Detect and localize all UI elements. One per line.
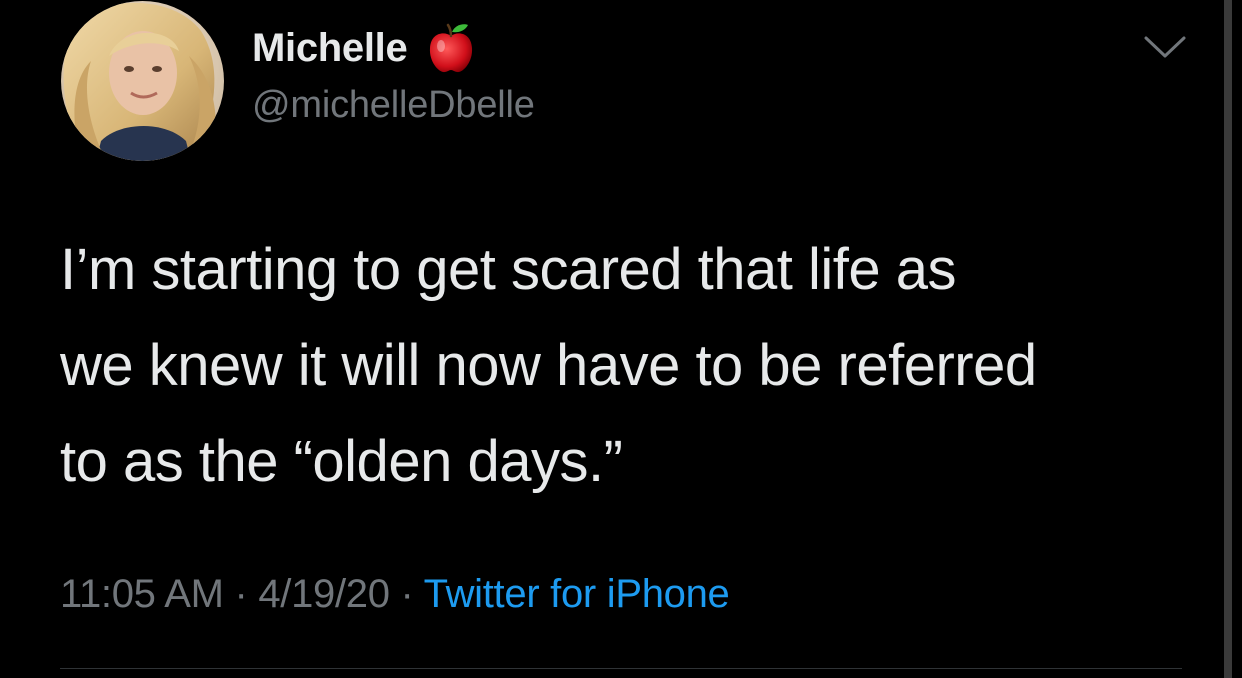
meta-separator: · [234, 572, 248, 616]
author-handle[interactable]: @michelleDbelle [252, 84, 535, 127]
tweet-source-link[interactable]: Twitter for iPhone [424, 572, 730, 616]
display-name[interactable]: Michelle [252, 26, 408, 71]
tweet: Michelle @michelleDbelle I’m starting to [0, 0, 1242, 678]
scrollbar[interactable] [1224, 0, 1232, 678]
tweet-time[interactable]: 11:05 AM [60, 572, 224, 616]
apple-icon [423, 20, 479, 76]
avatar[interactable] [61, 1, 224, 161]
divider [60, 668, 1182, 669]
author-name-row: Michelle [252, 22, 479, 74]
meta-separator: · [400, 572, 414, 616]
chevron-down-icon[interactable] [1142, 26, 1188, 66]
tweet-meta: 11:05 AM · 4/19/20 · Twitter for iPhone [60, 572, 730, 617]
avatar-photo [61, 1, 224, 161]
tweet-date[interactable]: 4/19/20 [258, 572, 390, 616]
tweet-text: I’m starting to get scared that life as … [60, 237, 1037, 494]
